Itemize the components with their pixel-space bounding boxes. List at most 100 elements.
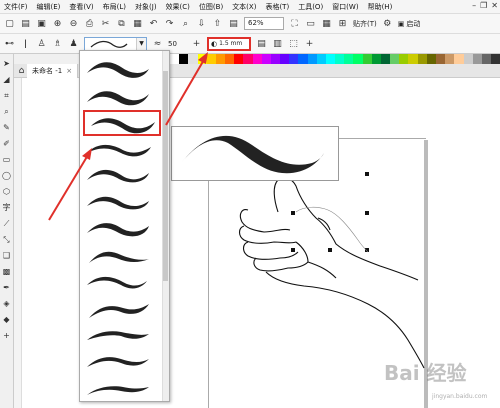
palette-swatch[interactable] bbox=[307, 54, 317, 64]
search-icon[interactable]: ⌕ bbox=[180, 18, 191, 29]
stroke-preset-item[interactable] bbox=[83, 137, 161, 163]
palette-swatch[interactable] bbox=[481, 54, 492, 64]
dimension-icon[interactable]: ▤ bbox=[256, 38, 267, 49]
palette-swatch[interactable] bbox=[335, 54, 345, 64]
restore-icon[interactable]: ❐ bbox=[480, 1, 487, 10]
minimize-icon[interactable]: – bbox=[472, 1, 476, 10]
paste-icon[interactable]: ▦ bbox=[132, 18, 143, 29]
dropdown-scrollbar[interactable] bbox=[162, 51, 169, 401]
menu-bitmap[interactable]: 位图(B) bbox=[199, 2, 223, 12]
scrollbar-thumb[interactable] bbox=[163, 71, 168, 281]
crop-tool-icon[interactable]: ⌗ bbox=[1, 90, 13, 101]
palette-swatch[interactable] bbox=[454, 54, 464, 64]
palette-swatch[interactable] bbox=[362, 54, 372, 64]
palette-swatch[interactable] bbox=[179, 54, 189, 64]
stroke-preset-dropdown[interactable] bbox=[79, 50, 170, 402]
export-icon[interactable]: ⇧ bbox=[212, 18, 223, 29]
import-icon[interactable]: ⇩ bbox=[196, 18, 207, 29]
add-tool-icon[interactable]: + bbox=[1, 330, 13, 341]
stroke-preset-item[interactable] bbox=[83, 84, 161, 110]
palette-swatch[interactable] bbox=[390, 54, 400, 64]
palette-swatch[interactable] bbox=[344, 54, 354, 64]
menu-table[interactable]: 表格(T) bbox=[265, 2, 289, 12]
menu-tools[interactable]: 工具(O) bbox=[298, 2, 323, 12]
sprayer-mode-icon[interactable]: ♙ bbox=[36, 38, 47, 49]
menu-help[interactable]: 帮助(H) bbox=[368, 2, 393, 12]
pick-tool-icon[interactable]: ➤ bbox=[1, 58, 13, 69]
close-icon[interactable]: ✕ bbox=[491, 1, 498, 10]
polygon-tool-icon[interactable]: ⬡ bbox=[1, 186, 13, 197]
freehand-tool-icon[interactable]: ✎ bbox=[1, 122, 13, 133]
stroke-preset-item[interactable] bbox=[83, 269, 161, 295]
stroke-preset-item[interactable] bbox=[83, 57, 161, 83]
print-icon[interactable]: ⎙ bbox=[84, 18, 95, 29]
palette-swatch[interactable] bbox=[298, 54, 308, 64]
palette-swatch[interactable] bbox=[243, 54, 253, 64]
palette-swatch[interactable] bbox=[316, 54, 326, 64]
artistic-media-tool-icon[interactable]: ✐ bbox=[1, 138, 13, 149]
shadow-tool-icon[interactable]: ❑ bbox=[1, 250, 13, 261]
close-tab-icon[interactable]: × bbox=[66, 67, 72, 75]
preset-mode-icon[interactable]: ⊷ bbox=[4, 38, 15, 49]
snap-to-dropdown[interactable]: 贴齐(T) bbox=[353, 19, 377, 29]
stroke-preset-item[interactable] bbox=[83, 349, 161, 375]
stroke-preset-item[interactable] bbox=[83, 190, 161, 216]
redo-icon[interactable]: ↷ bbox=[164, 18, 175, 29]
pdf-icon[interactable]: ▤ bbox=[228, 18, 239, 29]
menu-effects[interactable]: 效果(C) bbox=[166, 2, 190, 12]
stroke-preset-item[interactable] bbox=[83, 322, 161, 348]
stroke-preset-item[interactable] bbox=[83, 375, 161, 401]
palette-swatch[interactable] bbox=[353, 54, 363, 64]
transparency-tool-icon[interactable]: ▩ bbox=[1, 266, 13, 277]
hand-drawing[interactable] bbox=[208, 170, 438, 370]
launch-button[interactable]: ▣ 启动 bbox=[398, 19, 421, 29]
document-tab[interactable]: 未命名 -1 × bbox=[27, 63, 79, 78]
download-icon[interactable]: ⊖ bbox=[68, 18, 79, 29]
palette-swatch[interactable] bbox=[252, 54, 262, 64]
stroke-preset-item[interactable] bbox=[83, 296, 161, 322]
palette-swatch[interactable] bbox=[399, 54, 409, 64]
plus-icon[interactable]: + bbox=[191, 38, 202, 49]
rectangle-tool-icon[interactable]: ▭ bbox=[1, 154, 13, 165]
scale-icon[interactable]: ▥ bbox=[272, 38, 283, 49]
palette-swatch[interactable] bbox=[225, 54, 235, 64]
palette-swatch[interactable] bbox=[206, 54, 216, 64]
palette-swatch[interactable] bbox=[380, 54, 391, 64]
grid-icon[interactable]: ▦ bbox=[321, 18, 332, 29]
menu-text[interactable]: 文本(X) bbox=[232, 2, 256, 12]
stroke-preset-item-selected[interactable] bbox=[83, 110, 161, 136]
palette-swatch[interactable] bbox=[197, 54, 207, 64]
vertical-ruler[interactable] bbox=[14, 78, 22, 408]
menu-edit[interactable]: 编辑(E) bbox=[37, 2, 61, 12]
eyedropper-tool-icon[interactable]: ✒ bbox=[1, 282, 13, 293]
fullscreen-icon[interactable]: ⛶ bbox=[289, 18, 300, 29]
palette-swatch[interactable] bbox=[289, 54, 299, 64]
palette-swatch[interactable] bbox=[445, 54, 455, 64]
add-icon[interactable]: + bbox=[304, 38, 315, 49]
palette-swatch[interactable] bbox=[170, 54, 180, 64]
smart-fill-tool-icon[interactable]: ◆ bbox=[1, 314, 13, 325]
home-icon[interactable]: ⌂ bbox=[16, 65, 27, 76]
palette-swatch[interactable] bbox=[270, 54, 281, 64]
shape-tool-icon[interactable]: ◢ bbox=[1, 74, 13, 85]
zoom-level-input[interactable]: 62% bbox=[244, 17, 284, 30]
lock-ratio-icon[interactable]: ⬚ bbox=[288, 38, 299, 49]
palette-swatch[interactable] bbox=[463, 54, 473, 64]
palette-swatch[interactable] bbox=[215, 54, 226, 64]
palette-swatch[interactable] bbox=[472, 54, 482, 64]
palette-swatch[interactable] bbox=[371, 54, 381, 64]
menu-window[interactable]: 窗口(W) bbox=[332, 2, 358, 12]
menu-file[interactable]: 文件(F) bbox=[4, 2, 28, 12]
copy-icon[interactable]: ⧉ bbox=[116, 18, 127, 29]
menu-object[interactable]: 对象(J) bbox=[135, 2, 157, 12]
pressure-mode-icon[interactable]: ♟ bbox=[68, 38, 79, 49]
ellipse-tool-icon[interactable]: ◯ bbox=[1, 170, 13, 181]
calligraphic-mode-icon[interactable]: ♗ bbox=[52, 38, 63, 49]
save-icon[interactable]: ▣ bbox=[36, 18, 47, 29]
chevron-down-icon[interactable]: ▼ bbox=[136, 37, 146, 50]
palette-swatch[interactable] bbox=[234, 54, 244, 64]
menu-view[interactable]: 查看(V) bbox=[69, 2, 93, 12]
palette-swatch[interactable] bbox=[325, 54, 336, 64]
palette-swatch[interactable] bbox=[188, 54, 198, 64]
preset-stroke-select[interactable]: ▼ bbox=[84, 36, 147, 51]
